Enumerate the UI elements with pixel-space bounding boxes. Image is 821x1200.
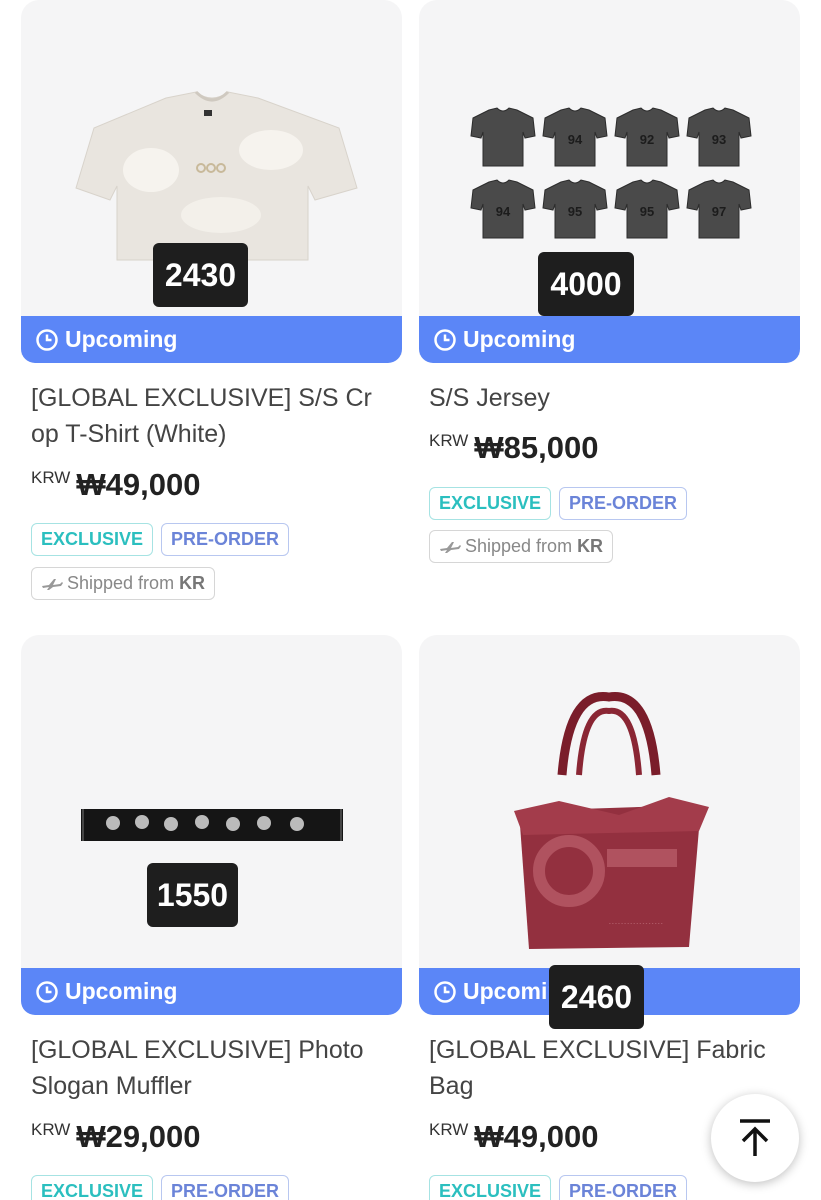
jersey-number: 93 bbox=[712, 132, 726, 147]
muffler-image bbox=[81, 809, 343, 841]
clock-icon bbox=[434, 328, 456, 351]
price-amount: ₩29,000 bbox=[76, 1119, 201, 1154]
preorder-tag: PRE-ORDER bbox=[161, 1175, 290, 1200]
product-image[interactable]: - - - - - - - - - - - - - - - - - - bbox=[419, 635, 800, 990]
product-image[interactable] bbox=[21, 635, 402, 990]
preorder-tag: PRE-ORDER bbox=[559, 1175, 688, 1200]
jersey-item bbox=[470, 107, 536, 167]
count-badge: 1550 bbox=[147, 863, 238, 927]
jersey-number: 94 bbox=[496, 204, 511, 219]
jersey-item: 95 bbox=[614, 179, 680, 239]
jersey-item: 94 bbox=[470, 179, 536, 239]
product-price: KRW ₩85,000 bbox=[429, 429, 598, 466]
count-badge: 4000 bbox=[538, 252, 634, 316]
product-title[interactable]: [GLOBAL EXCLUSIVE] Photo Slogan Muffler bbox=[31, 1032, 401, 1104]
upcoming-banner: Upcoming bbox=[419, 316, 800, 363]
upcoming-banner: Upcoming bbox=[21, 968, 402, 1015]
currency-label: KRW bbox=[31, 468, 71, 487]
fabric-bag-image: - - - - - - - - - - - - - - - - - - bbox=[514, 691, 709, 949]
exclusive-tag: EXCLUSIVE bbox=[429, 487, 552, 520]
price-amount: ₩49,000 bbox=[474, 1119, 599, 1154]
svg-text:- - - - - - - - - - - - - - -: - - - - - - - - - - - - - - - - - - bbox=[609, 921, 663, 927]
status-label: Upcoming bbox=[65, 326, 178, 352]
airplane-icon bbox=[440, 541, 461, 553]
jersey-item: 92 bbox=[614, 107, 680, 167]
clock-icon bbox=[434, 980, 456, 1003]
preorder-tag: PRE-ORDER bbox=[161, 523, 290, 556]
product-title[interactable]: [GLOBAL EXCLUSIVE] Fabric Bag bbox=[429, 1032, 799, 1104]
jersey-number: 95 bbox=[568, 204, 582, 219]
clock-icon bbox=[36, 980, 58, 1003]
product-title[interactable]: [GLOBAL EXCLUSIVE] S/S Cr op T-Shirt (Wh… bbox=[31, 380, 401, 452]
jersey-number: 95 bbox=[640, 204, 654, 219]
clock-icon bbox=[36, 328, 58, 351]
tag-list: EXCLUSIVE PRE-ORDER bbox=[429, 1175, 688, 1200]
status-label: Upcoming bbox=[463, 326, 576, 352]
jersey-item: 95 bbox=[542, 179, 608, 239]
jersey-item: 94 bbox=[542, 107, 608, 167]
preorder-tag: PRE-ORDER bbox=[559, 487, 688, 520]
jersey-number: 94 bbox=[568, 132, 583, 147]
price-amount: ₩85,000 bbox=[474, 430, 599, 465]
arrow-up-to-top-icon bbox=[740, 1119, 770, 1156]
jersey-item: 97 bbox=[686, 179, 752, 239]
upcoming-banner: Upcoming bbox=[21, 316, 402, 363]
scroll-to-top-button[interactable] bbox=[711, 1094, 799, 1182]
status-label: Upcoming bbox=[65, 978, 178, 1004]
currency-label: KRW bbox=[31, 1120, 71, 1139]
count-badge: 2430 bbox=[153, 243, 248, 307]
tag-list: EXCLUSIVE PRE-ORDER bbox=[31, 523, 290, 556]
exclusive-tag: EXCLUSIVE bbox=[31, 523, 154, 556]
shipped-from-badge: Shipped from KR bbox=[31, 567, 216, 600]
product-price: KRW ₩49,000 bbox=[31, 466, 200, 503]
price-amount: ₩49,000 bbox=[76, 467, 201, 502]
airplane-icon bbox=[42, 578, 63, 590]
jersey-item: 93 bbox=[686, 107, 752, 167]
exclusive-tag: EXCLUSIVE bbox=[429, 1175, 552, 1200]
product-price: KRW ₩29,000 bbox=[31, 1118, 200, 1155]
jersey-number: 92 bbox=[640, 132, 654, 147]
currency-label: KRW bbox=[429, 431, 469, 450]
product-price: KRW ₩49,000 bbox=[429, 1118, 598, 1155]
count-badge: 2460 bbox=[549, 965, 644, 1029]
shipped-from-badge: Shipped from KR bbox=[429, 530, 614, 563]
jersey-number: 97 bbox=[712, 204, 726, 219]
tag-list: EXCLUSIVE PRE-ORDER bbox=[429, 487, 688, 520]
currency-label: KRW bbox=[429, 1120, 469, 1139]
product-title[interactable]: S/S Jersey bbox=[429, 380, 799, 416]
exclusive-tag: EXCLUSIVE bbox=[31, 1175, 154, 1200]
tag-list: EXCLUSIVE PRE-ORDER bbox=[31, 1175, 290, 1200]
